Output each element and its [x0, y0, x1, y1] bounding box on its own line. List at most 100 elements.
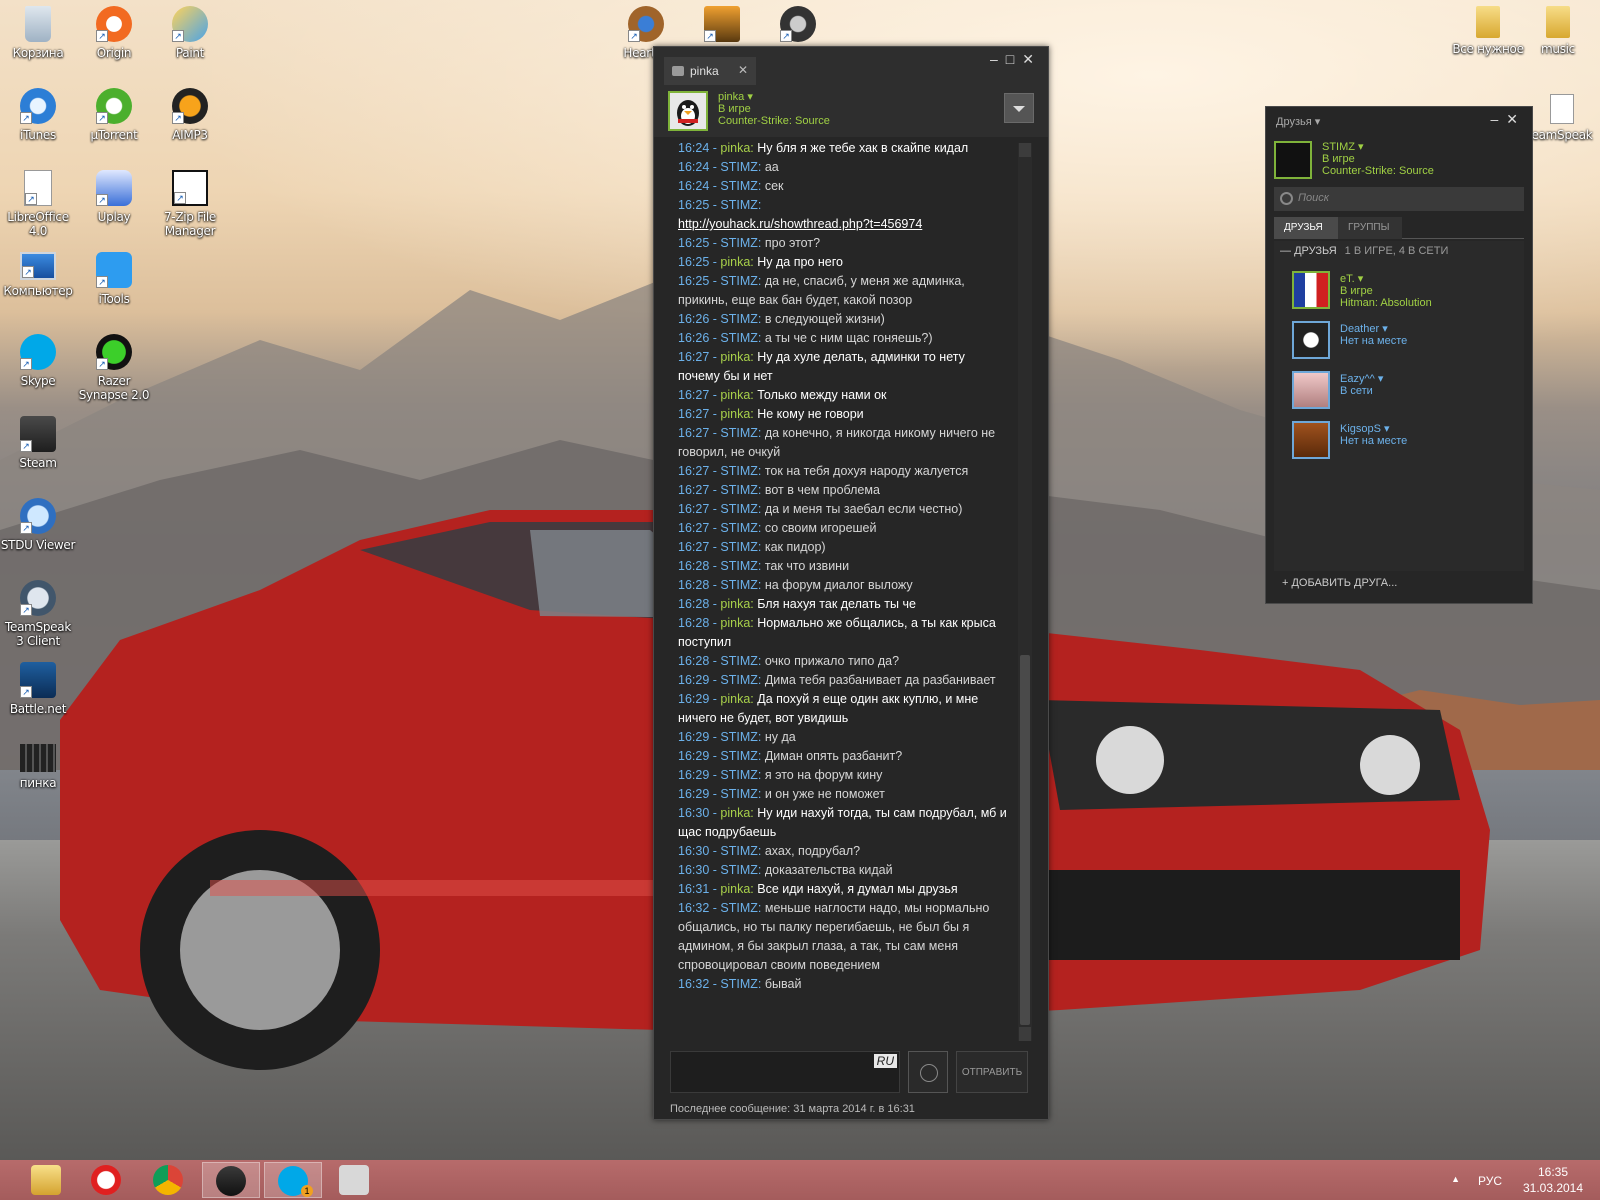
desktop-icon-itunes[interactable]: ↗ iTunes	[0, 88, 76, 142]
message-author[interactable]: STIMZ	[720, 559, 758, 573]
message-link[interactable]: http://youhack.ru/showthread.php?t=45697…	[678, 217, 922, 231]
message-author[interactable]: STIMZ	[720, 654, 758, 668]
desktop-icon-steam[interactable]: ↗ Steam	[0, 416, 76, 470]
friend-name[interactable]: Deather ▾	[1340, 323, 1407, 335]
avatar[interactable]	[668, 91, 708, 131]
taskbar-skype[interactable]: 1	[264, 1162, 322, 1198]
message-author[interactable]: STIMZ	[720, 578, 758, 592]
emoticon-button[interactable]	[908, 1051, 948, 1093]
message-author[interactable]: pinka	[720, 692, 750, 706]
maximize-icon[interactable]: □	[1006, 51, 1022, 67]
message-author[interactable]: STIMZ	[720, 331, 758, 345]
tab-friends[interactable]: ДРУЗЬЯ	[1274, 217, 1338, 239]
friend-name[interactable]: eT. ▾	[1340, 273, 1432, 285]
desktop-icon-battlenet[interactable]: ↗ Battle.net	[0, 662, 76, 716]
scroll-thumb[interactable]	[1020, 655, 1030, 1025]
add-friend-button[interactable]: + ДОБАВИТЬ ДРУГА...	[1282, 577, 1397, 589]
message-author[interactable]: STIMZ	[720, 160, 758, 174]
message-author[interactable]: pinka	[720, 806, 750, 820]
collapse-icon[interactable]: —	[1280, 245, 1294, 257]
desktop-icon-uplay[interactable]: ↗ Uplay	[76, 170, 152, 224]
avatar[interactable]	[1292, 421, 1330, 459]
desktop-icon-paint[interactable]: ↗ Paint	[152, 6, 228, 60]
message-author[interactable]: pinka	[720, 255, 750, 269]
steam-chat-window[interactable]: pinka ✕ –□✕ pinka ▾ В игре Counter-Strik…	[653, 46, 1049, 1120]
avatar[interactable]	[1274, 141, 1312, 179]
minimize-icon[interactable]: –	[990, 51, 1006, 67]
desktop-icon-recycle-bin[interactable]: Корзина	[0, 6, 76, 60]
message-author[interactable]: STIMZ	[720, 274, 758, 288]
chat-scrollbar[interactable]	[1018, 143, 1032, 1041]
message-author[interactable]: pinka	[720, 350, 750, 364]
scroll-up-icon[interactable]	[1019, 143, 1031, 157]
message-author[interactable]: STIMZ	[720, 749, 758, 763]
desktop-icon-teamspeak[interactable]: ↗ TeamSpeak 3 Client	[0, 580, 76, 648]
close-tab-icon[interactable]: ✕	[738, 63, 748, 77]
clock[interactable]: 16:35 31.03.2014	[1516, 1164, 1590, 1196]
close-icon[interactable]: ✕	[1022, 51, 1042, 67]
send-button[interactable]: ОТПРАВИТЬ	[956, 1051, 1028, 1093]
avatar[interactable]	[1292, 321, 1330, 359]
chat-options-dropdown[interactable]	[1004, 93, 1034, 123]
message-author[interactable]: STIMZ	[720, 464, 758, 478]
desktop-icon-7zip[interactable]: ↗ 7-Zip File Manager	[152, 170, 228, 238]
scroll-down-icon[interactable]	[1019, 1027, 1031, 1041]
message-author[interactable]: STIMZ	[720, 198, 758, 212]
desktop-icon-libreoffice[interactable]: ↗ LibreOffice 4.0	[0, 170, 76, 238]
desktop-icon-pinka-video[interactable]: пинка	[0, 744, 76, 790]
my-profile[interactable]: STIMZ ▾ В игре Counter-Strike: Source	[1274, 141, 1534, 185]
message-author[interactable]: STIMZ	[720, 730, 758, 744]
tab-groups[interactable]: ГРУППЫ	[1338, 217, 1402, 239]
desktop-icon-source-game[interactable]: ↗	[760, 6, 836, 42]
minimize-icon[interactable]: –	[1490, 111, 1506, 127]
chat-tab-pinka[interactable]: pinka ✕	[664, 57, 756, 85]
message-author[interactable]: pinka	[720, 882, 750, 896]
desktop-icon-folder-music[interactable]: music	[1520, 6, 1596, 56]
language-indicator[interactable]: РУС	[1478, 1174, 1502, 1188]
message-author[interactable]: pinka	[720, 388, 750, 402]
message-author[interactable]: STIMZ	[720, 312, 758, 326]
desktop-icon-razer-synapse[interactable]: ↗ Razer Synapse 2.0	[76, 334, 152, 402]
desktop-icon-stdu-viewer[interactable]: ↗ STDU Viewer	[0, 498, 76, 552]
message-author[interactable]: STIMZ	[720, 844, 758, 858]
message-author[interactable]: STIMZ	[720, 977, 758, 991]
taskbar-counter-strike[interactable]	[326, 1162, 384, 1198]
message-author[interactable]: STIMZ	[720, 673, 758, 687]
message-author[interactable]: pinka	[720, 407, 750, 421]
steam-friends-window[interactable]: Друзья ▾ –✕ STIMZ ▾ В игре Counter-Strik…	[1265, 106, 1533, 604]
desktop-icon-folder-vse-nuzhnoe[interactable]: Все нужное	[1444, 6, 1532, 56]
message-author[interactable]: STIMZ	[720, 502, 758, 516]
desktop-icon-computer[interactable]: ↗ Компьютер	[0, 252, 76, 298]
taskbar-steam[interactable]	[202, 1162, 260, 1198]
close-icon[interactable]: ✕	[1506, 111, 1526, 127]
message-author[interactable]: STIMZ	[720, 236, 758, 250]
taskbar-explorer[interactable]	[18, 1162, 76, 1198]
desktop-icon-utorrent[interactable]: ↗ µTorrent	[76, 88, 152, 142]
message-author[interactable]: STIMZ	[720, 540, 758, 554]
message-author[interactable]: STIMZ	[720, 787, 758, 801]
friends-title[interactable]: Друзья ▾	[1276, 115, 1320, 128]
avatar[interactable]	[1292, 271, 1330, 309]
message-author[interactable]: STIMZ	[720, 483, 758, 497]
chat-user-name[interactable]: pinka ▾	[718, 91, 830, 103]
show-hidden-icons-icon[interactable]: ▲	[1451, 1174, 1460, 1184]
message-author[interactable]: pinka	[720, 597, 750, 611]
desktop-icon-itools[interactable]: ↗ iTools	[76, 252, 152, 306]
message-input[interactable]: RU	[670, 1051, 900, 1093]
message-author[interactable]: STIMZ	[720, 521, 758, 535]
message-author[interactable]: STIMZ	[720, 179, 758, 193]
message-author[interactable]: STIMZ	[720, 426, 758, 440]
message-author[interactable]: STIMZ	[720, 768, 758, 782]
friend-name[interactable]: Eazy^^ ▾	[1340, 373, 1383, 385]
friends-group-header[interactable]: — ДРУЗЬЯ 1 В ИГРЕ, 4 В СЕТИ	[1280, 245, 1524, 257]
chat-titlebar[interactable]: pinka ✕ –□✕	[654, 47, 1048, 85]
friend-item[interactable]: Eazy^^ ▾ В сети	[1292, 371, 1522, 415]
friend-item[interactable]: Deather ▾ Нет на месте	[1292, 321, 1522, 365]
desktop-icon-aimp3[interactable]: ↗ AIMP3	[152, 88, 228, 142]
friends-search-input[interactable]: Поиск	[1274, 187, 1524, 211]
message-author[interactable]: STIMZ	[720, 863, 758, 877]
my-name[interactable]: STIMZ ▾	[1322, 141, 1434, 153]
friend-item[interactable]: eT. ▾ В игре Hitman: Absolution	[1292, 271, 1522, 315]
desktop-icon-counter-strike[interactable]: ↗	[684, 6, 760, 42]
avatar[interactable]	[1292, 371, 1330, 409]
